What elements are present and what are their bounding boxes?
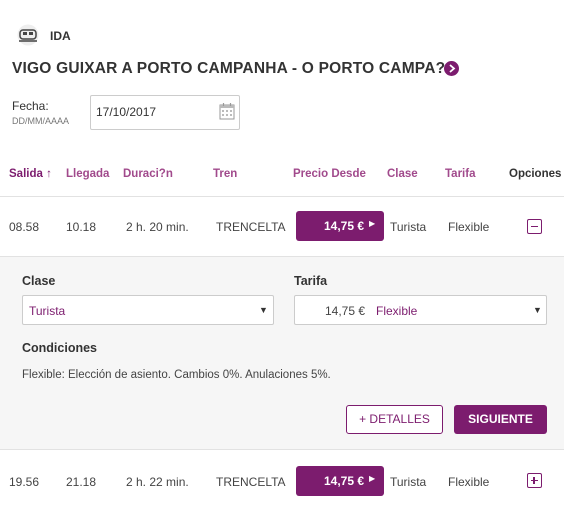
price-button[interactable]: 14,75 € ▶ xyxy=(296,466,384,496)
dropdown-arrow-icon: ▼ xyxy=(533,305,542,315)
column-header-llegada[interactable]: Llegada xyxy=(66,168,109,180)
class-select[interactable]: Turista ▼ xyxy=(22,295,274,325)
collapse-icon[interactable] xyxy=(527,219,542,234)
column-header-precio[interactable]: Precio Desde xyxy=(293,168,366,180)
column-header-tarifa: Tarifa xyxy=(445,168,476,180)
fare-label: Tarifa xyxy=(294,274,328,288)
arrival-time: 10.18 xyxy=(66,220,97,234)
date-format-hint: DD/MM/AAAA xyxy=(12,116,70,126)
class-label: Clase xyxy=(22,274,56,288)
fare-value: Flexible xyxy=(448,475,490,489)
column-header-salida[interactable]: Salida ↑ xyxy=(9,168,52,180)
price-button[interactable]: 14,75 € ▶ xyxy=(296,211,384,241)
fare-value: Flexible xyxy=(448,220,490,234)
arrival-time: 21.18 xyxy=(66,475,97,489)
route-title: VIGO GUIXAR A PORTO CAMPANHA - O PORTO C… xyxy=(12,60,457,77)
column-header-clase: Clase xyxy=(387,168,418,180)
class-value: Turista xyxy=(390,475,427,489)
class-select-value: Turista xyxy=(29,304,66,318)
column-header-tren[interactable]: Tren xyxy=(213,168,237,180)
fare-select-price: 14,75 € xyxy=(325,304,366,318)
table-row[interactable]: 08.58 10.18 2 h. 20 min. TRENCELTA 14,75… xyxy=(0,197,564,256)
chevron-right-circle-icon[interactable] xyxy=(444,61,459,76)
departure-time: 08.58 xyxy=(9,220,40,234)
conditions-label: Condiciones xyxy=(22,341,98,355)
date-label: Fecha: xyxy=(12,99,49,113)
table-row[interactable]: 19.56 21.18 2 h. 22 min. TRENCELTA 14,75… xyxy=(0,451,564,512)
column-header-duracion[interactable]: Duraci?n xyxy=(123,168,173,180)
caret-right-icon: ▶ xyxy=(369,219,376,228)
direction-label: IDA xyxy=(50,29,71,43)
train-name: TRENCELTA xyxy=(216,220,286,234)
train-icon xyxy=(16,24,40,46)
next-button[interactable]: SIGUIENTE xyxy=(454,405,547,434)
class-value: Turista xyxy=(390,220,427,234)
departure-time: 19.56 xyxy=(9,475,40,489)
date-input-value[interactable]: 17/10/2017 xyxy=(96,105,156,119)
fare-select-value: Flexible xyxy=(376,304,418,318)
column-header-opciones: Opciones xyxy=(509,168,562,180)
caret-right-icon: ▶ xyxy=(369,474,376,483)
train-name: TRENCELTA xyxy=(216,475,286,489)
conditions-text: Flexible: Elección de asiento. Cambios 0… xyxy=(22,369,331,381)
duration: 2 h. 20 min. xyxy=(126,220,189,234)
calendar-icon[interactable] xyxy=(219,102,235,120)
dropdown-arrow-icon: ▼ xyxy=(259,305,268,315)
duration: 2 h. 22 min. xyxy=(126,475,189,489)
sort-asc-icon: ↑ xyxy=(46,168,52,180)
details-button[interactable]: + DETALLES xyxy=(346,405,443,434)
expand-icon[interactable] xyxy=(527,473,542,488)
fare-select[interactable]: 14,75 € Flexible ▼ xyxy=(294,295,547,325)
